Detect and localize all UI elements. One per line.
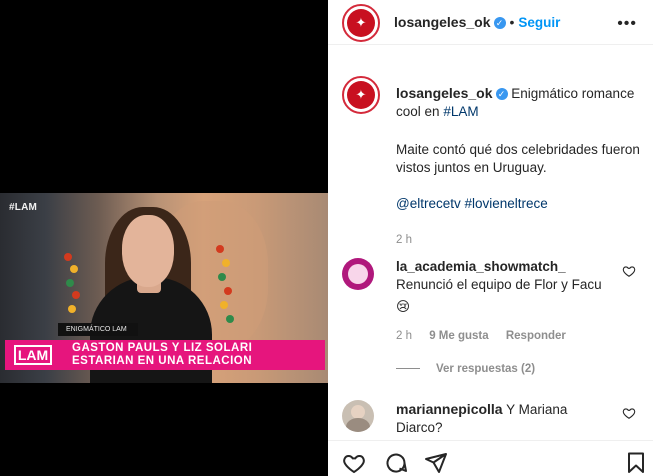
comment-meta: 2 h 9 Me gusta Responder <box>396 330 580 342</box>
comment-time: 2 h <box>396 330 412 342</box>
follow-button[interactable]: Seguir <box>518 15 560 30</box>
caption-username[interactable]: losangeles_ok <box>396 85 493 101</box>
commenter-avatar[interactable] <box>342 400 374 432</box>
hashtag-link-lovieneltrece[interactable]: #lovieneltrece <box>465 196 548 211</box>
lam-logo: LAM <box>14 345 52 365</box>
author-avatar[interactable]: ✦ <box>342 4 380 42</box>
mention-link[interactable]: @eltrecetv <box>396 196 461 211</box>
brand-mark-icon: ✦ <box>355 15 367 30</box>
video-caption-small: ENIGMÁTICO LAM <box>58 323 138 336</box>
caption-text: losangeles_ok ✓ Enigmático romance cool e… <box>396 84 646 249</box>
bookmark-icon[interactable] <box>624 451 648 475</box>
comment-username[interactable]: mariannepicolla <box>396 401 503 417</box>
reply-button[interactable]: Responder <box>506 330 566 342</box>
more-options-icon[interactable]: ••• <box>617 15 637 33</box>
post-action-bar <box>328 440 653 476</box>
comment-likes[interactable]: 9 Me gusta <box>429 330 488 342</box>
presenter-face <box>122 215 174 287</box>
header-author-line: losangeles_ok ✓ • Seguir <box>394 14 560 32</box>
caption-timestamp: 2 h <box>396 234 412 246</box>
comment-icon[interactable] <box>384 451 408 475</box>
view-replies-button[interactable]: Ver respuestas (2) <box>396 363 535 375</box>
verified-badge-icon: ✓ <box>493 16 506 29</box>
comment-like-heart-icon[interactable] <box>622 264 636 278</box>
comment-text: Renunció el equipo de Flor y Facu <box>396 277 602 292</box>
headline-line-1: GASTON PAULS Y LIZ SOLARI <box>72 342 253 354</box>
separator-dot: • <box>509 14 515 30</box>
send-icon[interactable] <box>424 451 448 475</box>
video-headline: GASTON PAULS Y LIZ SOLARI ESTARIAN EN UN… <box>72 342 252 368</box>
comment-username[interactable]: la_academia_showmatch_ <box>396 258 616 276</box>
hashtag-link-lam[interactable]: #LAM <box>443 104 478 119</box>
view-replies-label: Ver respuestas (2) <box>436 363 536 375</box>
header-username[interactable]: losangeles_ok <box>394 14 491 30</box>
caption-paragraph-2: Maite contó qué dos celebridades fueron … <box>396 142 640 175</box>
comment-body: la_academia_showmatch_ Renunció el equip… <box>396 258 616 316</box>
post-details-panel: ✦ losangeles_ok ✓ • Seguir ••• ✦ losangeles… <box>328 0 653 476</box>
comment-like-heart-icon[interactable] <box>622 406 636 420</box>
brand-mark-icon: ✦ <box>355 87 367 102</box>
commenter-avatar[interactable] <box>342 258 374 290</box>
video-corner-tag: #LAM <box>9 202 38 213</box>
verified-badge-icon: ✓ <box>495 88 508 101</box>
comment-emoji: 😢 <box>396 299 411 314</box>
headline-line-2: ESTARIAN EN UNA RELACION <box>72 355 253 367</box>
heart-icon[interactable] <box>342 451 366 475</box>
post-header: ✦ losangeles_ok ✓ • Seguir ••• <box>328 0 653 45</box>
comment-body: mariannepicolla Y Mariana Diarco? <box>396 400 616 437</box>
video-frame[interactable]: #LAM ENIGMÁTICO LAM LAM GASTON PAULS Y L… <box>0 193 328 383</box>
caption-avatar[interactable]: ✦ <box>342 76 380 114</box>
replies-divider <box>396 368 420 370</box>
post-media[interactable]: #LAM ENIGMÁTICO LAM LAM GASTON PAULS Y L… <box>0 0 328 476</box>
